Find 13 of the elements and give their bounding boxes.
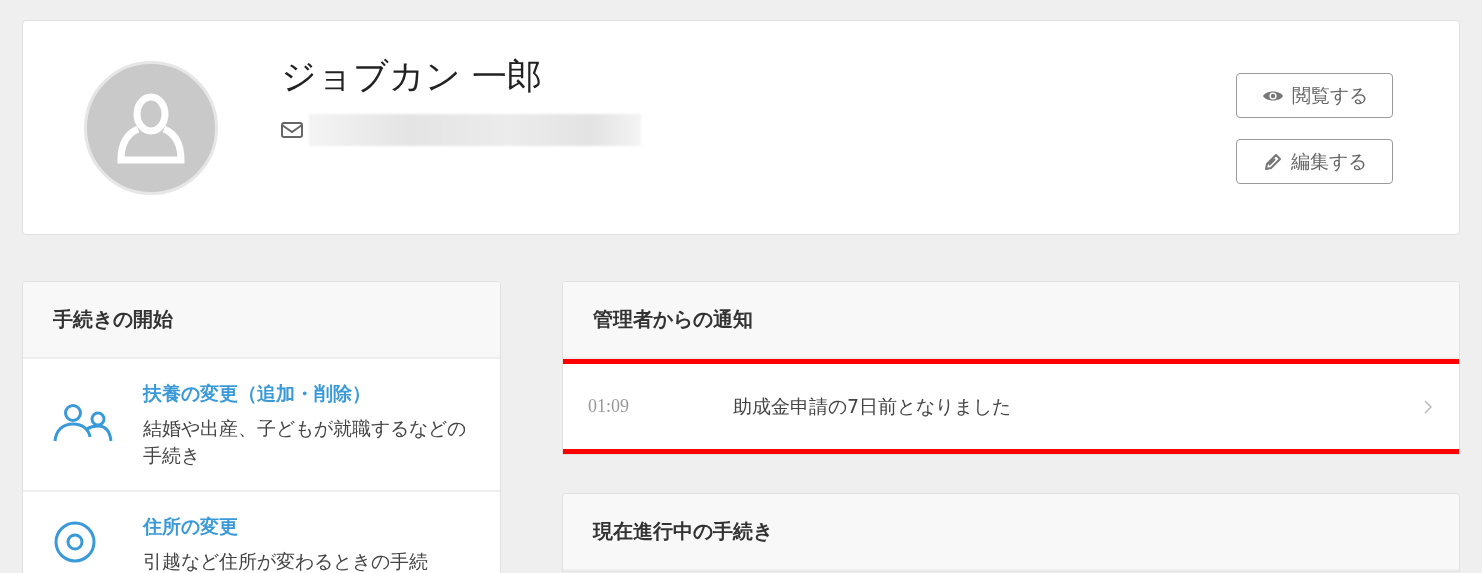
edit-button[interactable]: 編集する: [1236, 139, 1393, 184]
panel-title: 現在進行中の手続き: [563, 494, 1459, 571]
notification-message: 助成金申請の7日前となりました: [733, 393, 1013, 419]
notification-row[interactable]: 01:09 助成金申請の7日前となりました: [563, 359, 1459, 454]
procedure-title: 住所の変更: [143, 514, 239, 540]
procedure-title: 扶養の変更（追加・削除）: [143, 381, 372, 406]
procedure-description: 引越など住所が変わるときの手続: [143, 549, 428, 573]
notification-time: 01:09: [587, 396, 630, 417]
procedure-description: 結婚や出産、子どもが就職するなどの手続き: [143, 416, 467, 468]
user-name: ジョブカン 一郎: [281, 55, 544, 98]
panel-title: 管理者からの通知: [563, 282, 1459, 359]
view-button[interactable]: 閲覧する: [1236, 73, 1393, 118]
panel-title: 手続きの開始: [23, 282, 500, 359]
